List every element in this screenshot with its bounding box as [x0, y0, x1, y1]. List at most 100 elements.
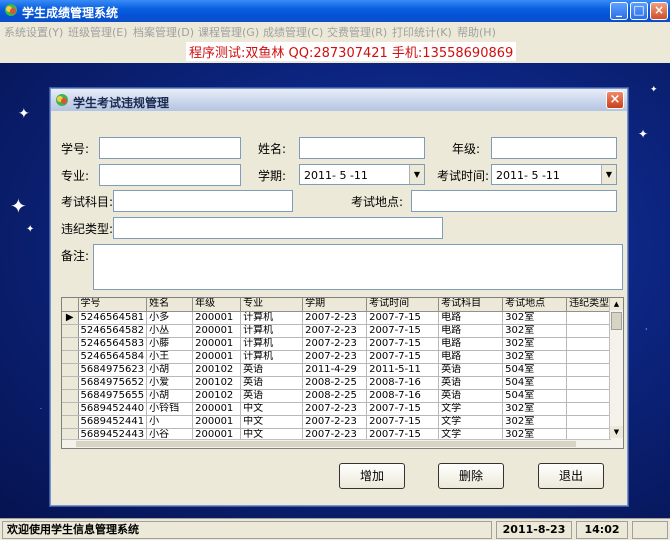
table-row[interactable]: 5689452441 小 200001 中文 2007-2-23 2007-7-15 文学 3…: [62, 415, 618, 429]
menu-system-settings[interactable]: 系统设置(Y): [4, 24, 63, 40]
cell[interactable]: 2007-7-15: [366, 350, 440, 364]
grade-input[interactable]: [491, 137, 617, 159]
cell[interactable]: 小胡: [146, 363, 194, 377]
cell[interactable]: 200001: [192, 402, 242, 416]
cell[interactable]: 2011-4-29: [302, 363, 368, 377]
cell[interactable]: 计算机: [240, 337, 304, 351]
column-header[interactable]: 考试地点: [502, 298, 568, 312]
cell[interactable]: 电路: [438, 324, 504, 338]
cell[interactable]: 2007-2-23: [302, 350, 368, 364]
cell[interactable]: 电路: [438, 311, 504, 325]
cell[interactable]: 计算机: [240, 311, 304, 325]
subject-input[interactable]: [113, 190, 293, 212]
cell[interactable]: 5246564583: [78, 337, 148, 351]
column-header[interactable]: 学号: [78, 298, 148, 312]
cell[interactable]: 2008-2-25: [302, 389, 368, 403]
cell[interactable]: 302室: [502, 337, 568, 351]
exit-button[interactable]: 退出: [538, 463, 604, 489]
cell[interactable]: 504室: [502, 389, 568, 403]
cell[interactable]: 计算机: [240, 350, 304, 364]
scroll-up-icon[interactable]: ▲: [610, 298, 623, 310]
cell[interactable]: 200001: [192, 415, 242, 429]
cell[interactable]: 302室: [502, 324, 568, 338]
cell[interactable]: 中文: [240, 415, 304, 429]
cell[interactable]: 302室: [502, 311, 568, 325]
cell[interactable]: 2008-7-16: [366, 376, 440, 390]
scroll-thumb[interactable]: [76, 441, 576, 447]
location-input[interactable]: [411, 190, 617, 212]
cell[interactable]: 小铃铛: [146, 402, 194, 416]
cell[interactable]: 英语: [240, 376, 304, 390]
cell[interactable]: 5689452441: [78, 415, 148, 429]
cell[interactable]: 英语: [438, 389, 504, 403]
cell[interactable]: 302室: [502, 350, 568, 364]
cell[interactable]: 302室: [502, 402, 568, 416]
cell[interactable]: 504室: [502, 376, 568, 390]
cell[interactable]: 504室: [502, 363, 568, 377]
cell[interactable]: 电路: [438, 350, 504, 364]
cell[interactable]: 5246564582: [78, 324, 148, 338]
column-header[interactable]: 学期: [302, 298, 368, 312]
close-button[interactable]: ×: [650, 2, 668, 20]
cell[interactable]: 302室: [502, 415, 568, 429]
cell[interactable]: 小胡: [146, 389, 194, 403]
menu-fee-management[interactable]: 交费管理(R): [327, 24, 387, 40]
add-button[interactable]: 增加: [339, 463, 405, 489]
column-header[interactable]: 考试时间: [366, 298, 440, 312]
cell[interactable]: 2007-2-23: [302, 337, 368, 351]
cell[interactable]: 小藤: [146, 337, 194, 351]
cell[interactable]: 2007-2-23: [302, 324, 368, 338]
name-input[interactable]: [299, 137, 425, 159]
dialog-title-bar[interactable]: 学生考试违规管理 ×: [51, 89, 627, 111]
cell[interactable]: 200102: [192, 389, 242, 403]
cell[interactable]: 5246564581: [78, 311, 148, 325]
cell[interactable]: 5684975623: [78, 363, 148, 377]
table-row[interactable]: 5684975623 小胡 200102 英语 2011-4-29 2011-5-11 英语…: [62, 363, 618, 377]
cell[interactable]: 文学: [438, 402, 504, 416]
cell[interactable]: 200001: [192, 311, 242, 325]
menu-print-statistics[interactable]: 打印统计(K): [392, 24, 452, 40]
cell[interactable]: 2007-2-23: [302, 402, 368, 416]
app-title-bar[interactable]: 学生成绩管理系统 _ □ ×: [0, 0, 670, 22]
column-header[interactable]: 姓名: [146, 298, 194, 312]
column-header[interactable]: 专业: [240, 298, 304, 312]
vertical-scrollbar[interactable]: ▲ ▼: [609, 298, 623, 448]
table-row[interactable]: 5684975655 小胡 200102 英语 2008-2-25 2008-7-16 英语…: [62, 389, 618, 403]
cell[interactable]: 200001: [192, 324, 242, 338]
cell[interactable]: 2007-7-15: [366, 311, 440, 325]
menu-help[interactable]: 帮助(H): [457, 24, 496, 40]
cell[interactable]: 计算机: [240, 324, 304, 338]
major-input[interactable]: [99, 164, 241, 186]
delete-button[interactable]: 删除: [438, 463, 504, 489]
cell[interactable]: 200001: [192, 337, 242, 351]
menu-course-management[interactable]: 课程管理(G): [198, 24, 259, 40]
cell[interactable]: 2007-7-15: [366, 337, 440, 351]
cell[interactable]: 英语: [438, 376, 504, 390]
cell[interactable]: 小爱: [146, 376, 194, 390]
dialog-close-button[interactable]: ×: [606, 91, 624, 109]
cell[interactable]: 小丛: [146, 324, 194, 338]
cell[interactable]: 200001: [192, 350, 242, 364]
minimize-button[interactable]: _: [610, 2, 628, 20]
column-header[interactable]: 年级: [192, 298, 242, 312]
cell[interactable]: 小: [146, 415, 194, 429]
cell[interactable]: 英语: [438, 363, 504, 377]
cell[interactable]: 5246564584: [78, 350, 148, 364]
remark-textarea[interactable]: [93, 244, 623, 290]
cell[interactable]: 2007-2-23: [302, 415, 368, 429]
cell[interactable]: 英语: [240, 389, 304, 403]
chevron-down-icon[interactable]: ▼: [409, 165, 424, 184]
cell[interactable]: 200102: [192, 363, 242, 377]
menu-record-management[interactable]: 档案管理(D): [133, 24, 194, 40]
maximize-button[interactable]: □: [630, 2, 648, 20]
cell[interactable]: 2007-7-15: [366, 402, 440, 416]
cell[interactable]: 2007-2-23: [302, 311, 368, 325]
cell[interactable]: 2007-7-15: [366, 415, 440, 429]
cell[interactable]: 5689452440: [78, 402, 148, 416]
cell[interactable]: 小多: [146, 311, 194, 325]
exam-time-date-picker[interactable]: 2011- 5 -11 ▼: [491, 164, 617, 185]
cell[interactable]: 5684975652: [78, 376, 148, 390]
table-row[interactable]: 5246564583 小藤 200001 计算机 2007-2-23 2007-7-15 电…: [62, 337, 618, 351]
cell[interactable]: 2007-7-15: [366, 324, 440, 338]
table-row[interactable]: ▶ 5246564581 小多 200001 计算机 2007-2-23 2007-7-1…: [62, 311, 618, 325]
